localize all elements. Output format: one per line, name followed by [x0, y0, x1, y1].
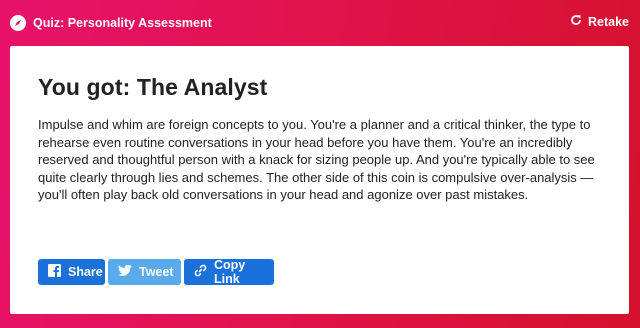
twitter-icon: [118, 264, 132, 280]
copy-link-label: Copy Link: [214, 258, 246, 286]
tweet-button[interactable]: Tweet: [108, 259, 181, 285]
facebook-icon: [48, 264, 61, 280]
retake-label: Retake: [588, 14, 629, 29]
share-buttons: Share Tweet Copy Link: [38, 258, 274, 286]
retake-button[interactable]: Retake: [570, 14, 629, 29]
quiz-compass-icon: [10, 15, 26, 31]
result-title: You got: The Analyst: [38, 74, 268, 100]
tweet-label: Tweet: [139, 265, 174, 279]
share-label: Share: [68, 265, 103, 279]
copy-link-button[interactable]: Copy Link: [184, 258, 274, 286]
quiz-title: Quiz: Personality Assessment: [10, 15, 212, 31]
quiz-header: Quiz: Personality Assessment Retake: [0, 0, 640, 46]
result-description: Impulse and whim are foreign concepts to…: [38, 117, 595, 202]
share-facebook-button[interactable]: Share: [38, 259, 105, 285]
refresh-icon: [570, 14, 582, 29]
result-card: You got: The Analyst Impulse and whim ar…: [10, 46, 629, 314]
link-icon: [194, 264, 207, 280]
quiz-title-text: Quiz: Personality Assessment: [33, 16, 212, 30]
